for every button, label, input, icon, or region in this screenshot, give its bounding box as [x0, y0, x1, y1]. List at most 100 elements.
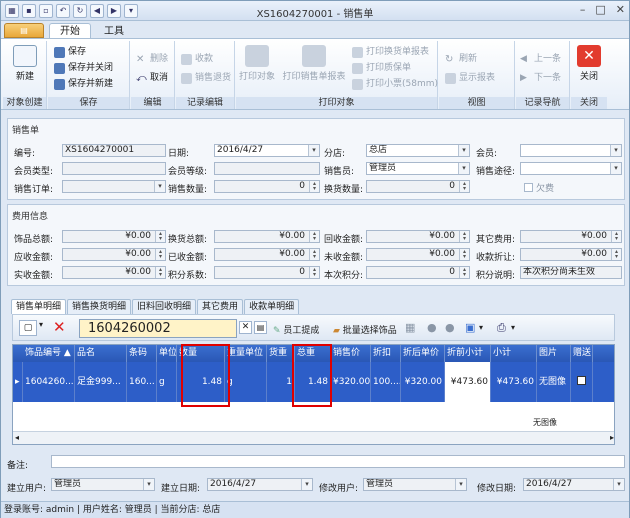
fee-value-field[interactable]: ¥0.00 ▴ ▾: [366, 230, 470, 243]
chevron-down-icon[interactable]: ▾: [143, 479, 154, 490]
spinner-icon[interactable]: ▴ ▾: [155, 249, 165, 260]
export-icon[interactable]: ⎙: [497, 321, 506, 335]
scroll-left-icon[interactable]: ◂: [15, 433, 19, 442]
app-button[interactable]: ▤: [4, 23, 44, 38]
fee-value-field[interactable]: ¥0.00 ▴ ▾: [520, 230, 622, 243]
show-report-button[interactable]: 显示报表: [445, 72, 495, 85]
up-icon[interactable]: ●: [427, 321, 437, 334]
table-cell[interactable]: 160...: [127, 362, 157, 402]
chevron-down-icon[interactable]: ▾: [301, 479, 312, 490]
lookup-icon[interactable]: ▤: [254, 321, 267, 334]
close-window-icon[interactable]: ✕: [616, 3, 625, 16]
print-exchange-button[interactable]: 打印换货单报表: [352, 46, 429, 59]
table-cell[interactable]: g: [225, 362, 267, 402]
delete-button[interactable]: ✕ 删除: [136, 53, 168, 66]
remark-input[interactable]: [51, 455, 625, 468]
collect-button[interactable]: 收款: [181, 53, 213, 66]
horizontal-scrollbar[interactable]: ◂ ▸: [13, 431, 614, 444]
order-select[interactable]: ▾: [62, 180, 166, 193]
column-header[interactable]: 折后单价: [401, 345, 445, 362]
delete-row-icon[interactable]: ✕: [53, 318, 66, 336]
spinner-icon[interactable]: ▴ ▾: [309, 181, 319, 192]
number-field[interactable]: XS1604270001: [62, 144, 166, 157]
date-field[interactable]: 2016/4/27 ▾: [214, 144, 320, 157]
column-header[interactable]: 销售价: [331, 345, 371, 362]
column-header[interactable]: 赠送: [571, 345, 593, 362]
table-cell[interactable]: ¥320.00: [401, 362, 445, 402]
tab-sale-detail[interactable]: 销售单明细: [11, 299, 67, 314]
chevron-down-icon[interactable]: ▾: [511, 323, 515, 332]
spinner-icon[interactable]: ▴ ▾: [155, 231, 165, 242]
new-button[interactable]: 新建: [8, 45, 42, 82]
tab-other-fees[interactable]: 其它费用: [197, 299, 244, 314]
fee-value-field[interactable]: 0 ▴ ▾: [214, 266, 320, 279]
fee-value-field[interactable]: 0 ▴ ▾: [366, 266, 470, 279]
column-header[interactable]: 重量单位: [225, 345, 267, 362]
spinner-icon[interactable]: ▴ ▾: [155, 267, 165, 278]
chevron-down-icon[interactable]: ▾: [39, 320, 43, 329]
save-close-button[interactable]: 保存并关闭: [54, 62, 113, 75]
fee-value-field[interactable]: ¥0.00 ▴ ▾: [62, 230, 166, 243]
created-date-field[interactable]: 2016/4/27 ▾: [207, 478, 313, 491]
chevron-down-icon[interactable]: ▾: [308, 145, 319, 156]
code-input[interactable]: 1604260002: [79, 319, 237, 338]
print-guarantee-button[interactable]: 打印质保单: [352, 62, 411, 75]
spinner-icon[interactable]: ▴ ▾: [611, 231, 621, 242]
column-header[interactable]: 小计: [491, 345, 537, 362]
table-cell[interactable]: 足金999...: [75, 362, 127, 402]
chevron-down-icon[interactable]: ▾: [458, 163, 469, 174]
column-header[interactable]: 饰品编号 ▲: [23, 345, 75, 362]
table-cell[interactable]: ¥320.00: [331, 362, 371, 402]
chevron-down-icon[interactable]: ▾: [479, 323, 483, 332]
column-header[interactable]: 折扣: [371, 345, 401, 362]
table-cell[interactable]: 100....: [371, 362, 401, 402]
print-sale-report-button[interactable]: 打印销售单报表: [280, 45, 348, 82]
spinner-icon[interactable]: ▴ ▾: [611, 249, 621, 260]
table-cell[interactable]: 无图像: [537, 362, 571, 402]
staff-commission-button[interactable]: ✎ 员工提成: [273, 323, 319, 336]
chevron-down-icon[interactable]: ▾: [610, 163, 621, 174]
print-object-button[interactable]: 打印对象: [239, 45, 275, 82]
print-ticket-button[interactable]: 打印小票(58mm): [352, 78, 438, 91]
tab-start[interactable]: 开始: [49, 23, 91, 39]
tab-tools[interactable]: 工具: [93, 23, 135, 39]
column-header[interactable]: 单位: [157, 345, 177, 362]
table-cell[interactable]: g: [157, 362, 177, 402]
next-record-button[interactable]: ▶ 下一条: [520, 72, 561, 85]
creator-select[interactable]: 管理员 ▾: [51, 478, 155, 491]
chevron-down-icon[interactable]: ▾: [613, 479, 624, 490]
grid-icon[interactable]: ▦: [405, 321, 415, 334]
refresh-button[interactable]: ↻ 刷新: [445, 53, 477, 66]
down-icon[interactable]: ●: [445, 321, 455, 334]
modifier-select[interactable]: 管理员 ▾: [363, 478, 467, 491]
new-row-icon[interactable]: ▢: [19, 320, 37, 336]
cancel-button[interactable]: ⤺ 取消: [136, 72, 168, 85]
spinner-icon[interactable]: ▴ ▾: [309, 231, 319, 242]
gift-checkbox[interactable]: [577, 376, 586, 385]
table-cell[interactable]: ¥473.60: [445, 362, 491, 402]
exchange-qty-field[interactable]: 0 ▴ ▾: [366, 180, 470, 193]
spinner-icon[interactable]: ▴ ▾: [459, 267, 469, 278]
fee-value-field[interactable]: ¥0.00 ▴ ▾: [214, 230, 320, 243]
fee-value-field[interactable]: ¥0.00 ▴ ▾: [62, 266, 166, 279]
batch-select-button[interactable]: ▰ 批量选择饰品: [333, 323, 397, 336]
column-header[interactable]: 品名: [75, 345, 127, 362]
member-type-field[interactable]: [62, 162, 166, 175]
scroll-right-icon[interactable]: ▸: [610, 433, 614, 442]
owed-checkbox[interactable]: 欠费: [524, 181, 554, 194]
spinner-icon[interactable]: ▴ ▾: [309, 249, 319, 260]
modified-date-field[interactable]: 2016/4/27 ▾: [523, 478, 625, 491]
spinner-icon[interactable]: ▴ ▾: [459, 231, 469, 242]
column-header[interactable]: 图片: [537, 345, 571, 362]
table-cell[interactable]: [571, 362, 593, 402]
fee-value-field[interactable]: ¥0.00 ▴ ▾: [214, 248, 320, 261]
fee-value-field[interactable]: ¥0.00 ▴ ▾: [520, 248, 622, 261]
member-level-field[interactable]: [214, 162, 320, 175]
channel-select[interactable]: ▾: [520, 162, 622, 175]
column-header[interactable]: 货重: [267, 345, 295, 362]
fee-value-field[interactable]: ¥0.00 ▴ ▾: [366, 248, 470, 261]
fee-value-field[interactable]: ¥0.00 ▴ ▾: [62, 248, 166, 261]
save-button[interactable]: 保存: [54, 46, 86, 59]
chevron-down-icon[interactable]: ▾: [154, 181, 165, 192]
table-cell[interactable]: ¥473.60: [491, 362, 537, 402]
